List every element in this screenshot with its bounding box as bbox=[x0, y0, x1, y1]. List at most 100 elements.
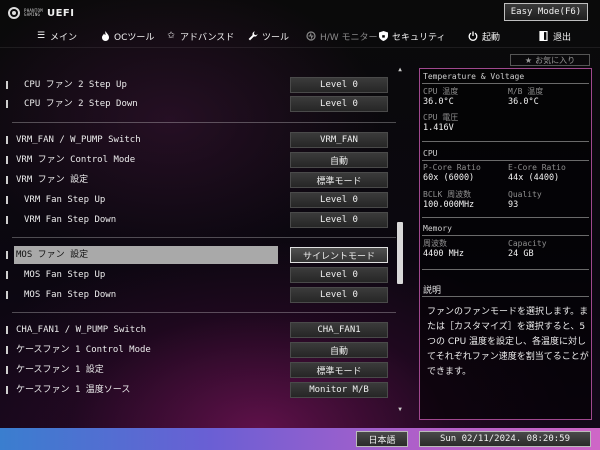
panel-divider bbox=[422, 217, 589, 218]
setting-value-button[interactable]: Level 0 bbox=[290, 267, 388, 283]
section-divider bbox=[12, 312, 396, 313]
setting-row[interactable]: MOS Fan Step Down Level 0 bbox=[6, 286, 396, 304]
memory-frequency: 周波数 4400 MHz bbox=[423, 239, 464, 259]
setting-row[interactable]: CHA_FAN1 / W_PUMP Switch CHA_FAN1 bbox=[6, 321, 396, 339]
setting-row[interactable]: MOS Fan Step Up Level 0 bbox=[6, 266, 396, 284]
tab-oc-tools[interactable]: OCツール bbox=[100, 27, 154, 45]
setting-row[interactable]: VRM ファン 設定 標準モード bbox=[6, 171, 396, 189]
logo-small-text: PHANTOM GAMING bbox=[24, 7, 43, 17]
scroll-up-icon[interactable]: ▲ bbox=[396, 66, 404, 74]
setting-label: ケースファン 1 設定 bbox=[16, 365, 104, 375]
tab-exit[interactable]: 退出 bbox=[539, 27, 571, 45]
setting-row[interactable]: ケースファン 1 Control Mode 自動 bbox=[6, 341, 396, 359]
setting-value-button[interactable]: Level 0 bbox=[290, 192, 388, 208]
setting-value-button[interactable]: 自動 bbox=[290, 152, 388, 168]
row-marker bbox=[6, 156, 8, 164]
panel-divider bbox=[422, 160, 589, 161]
section-divider bbox=[12, 122, 396, 123]
row-marker bbox=[6, 386, 8, 394]
logo-uefi-text: UEFI bbox=[46, 7, 75, 19]
section-divider bbox=[12, 237, 396, 238]
setting-value-button[interactable]: Level 0 bbox=[290, 96, 388, 112]
panel-divider bbox=[422, 269, 589, 270]
setting-value-button[interactable]: VRM_FAN bbox=[290, 132, 388, 148]
favorites-button[interactable]: ★ お気に入り bbox=[510, 54, 590, 66]
setting-value-button[interactable]: Level 0 bbox=[290, 77, 388, 93]
cpu-voltage: CPU 電圧 1.416V bbox=[423, 113, 459, 133]
setting-label: VRM ファン Control Mode bbox=[16, 155, 136, 165]
row-marker bbox=[6, 366, 8, 374]
setting-row[interactable]: ケースファン 1 設定 標準モード bbox=[6, 361, 396, 379]
panel-divider bbox=[422, 296, 589, 297]
setting-value-button[interactable]: 標準モード bbox=[290, 362, 388, 378]
row-marker bbox=[6, 251, 8, 259]
memory-title: Memory bbox=[423, 224, 452, 233]
setting-row[interactable]: VRM_FAN / W_PUMP Switch VRM_FAN bbox=[6, 131, 396, 149]
setting-label: VRM_FAN / W_PUMP Switch bbox=[16, 135, 141, 145]
setting-value-button[interactable]: サイレントモード bbox=[290, 247, 388, 263]
memory-capacity: Capacity 24 GB bbox=[508, 239, 547, 259]
bclk-freq: BCLK 周波数 100.000MHz bbox=[423, 190, 475, 210]
panel-divider bbox=[422, 83, 589, 84]
row-marker bbox=[6, 326, 8, 334]
tab-tools[interactable]: ツール bbox=[248, 27, 289, 45]
ecore-ratio: E-Core Ratio 44x (4400) bbox=[508, 163, 566, 183]
row-marker bbox=[6, 81, 8, 89]
cpu-title: CPU bbox=[423, 149, 438, 158]
tab-security[interactable]: セキュリティ bbox=[378, 27, 445, 45]
setting-row[interactable]: CPU ファン 2 Step Down Level 0 bbox=[6, 95, 396, 113]
shield-icon bbox=[378, 31, 388, 41]
setting-value-button[interactable]: 標準モード bbox=[290, 172, 388, 188]
tab-boot[interactable]: 起動 bbox=[468, 27, 500, 45]
setting-row[interactable]: VRM ファン Control Mode 自動 bbox=[6, 151, 396, 169]
setting-label: MOS Fan Step Down bbox=[24, 290, 117, 300]
row-marker bbox=[6, 346, 8, 354]
panel-divider bbox=[422, 141, 589, 142]
row-marker bbox=[6, 271, 8, 279]
menu-icon: ☰ bbox=[36, 31, 46, 41]
scroll-down-icon[interactable]: ▼ bbox=[396, 406, 404, 414]
setting-label: CHA_FAN1 / W_PUMP Switch bbox=[16, 325, 147, 335]
setting-label: MOS Fan Step Up bbox=[24, 270, 106, 280]
setting-row-selected[interactable]: MOS ファン 設定 サイレントモード bbox=[6, 246, 396, 264]
tab-divider bbox=[0, 47, 600, 48]
cpu-quality: Quality 93 bbox=[508, 190, 542, 210]
tab-advanced[interactable]: ✩ アドバンスド bbox=[166, 27, 234, 45]
star-icon: ★ bbox=[524, 55, 533, 65]
phantom-gaming-logo: PHANTOM GAMING UEFI bbox=[8, 6, 88, 20]
language-button[interactable]: 日本語 bbox=[356, 431, 408, 447]
setting-row[interactable]: CPU ファン 2 Step Up Level 0 bbox=[6, 76, 396, 94]
wrench-icon bbox=[248, 31, 258, 41]
setting-row[interactable]: VRM Fan Step Down Level 0 bbox=[6, 211, 396, 229]
row-marker bbox=[6, 291, 8, 299]
setting-value-button[interactable]: Level 0 bbox=[290, 287, 388, 303]
setting-label: ケースファン 1 温度ソース bbox=[16, 385, 131, 395]
row-marker bbox=[6, 196, 8, 204]
setting-row[interactable]: VRM Fan Step Up Level 0 bbox=[6, 191, 396, 209]
easy-mode-button[interactable]: Easy Mode(F6) bbox=[504, 3, 588, 21]
row-marker bbox=[6, 176, 8, 184]
row-marker bbox=[6, 216, 8, 224]
setting-label: VRM Fan Step Up bbox=[24, 195, 106, 205]
settings-scrollbar[interactable]: ▲ ▼ bbox=[396, 66, 404, 414]
tab-hw-monitor[interactable]: H/W モニター bbox=[306, 27, 378, 45]
setting-label: CPU ファン 2 Step Down bbox=[24, 99, 138, 109]
datetime-display: Sun 02/11/2024. 08:20:59 bbox=[419, 431, 591, 447]
setting-value-button[interactable]: CHA_FAN1 bbox=[290, 322, 388, 338]
setting-value-button[interactable]: Level 0 bbox=[290, 212, 388, 228]
hw-monitor-panel: Temperature & Voltage CPU 温度 36.0°C M/B … bbox=[419, 68, 592, 420]
setting-label: VRM ファン 設定 bbox=[16, 175, 89, 185]
setting-value-button[interactable]: 自動 bbox=[290, 342, 388, 358]
setting-row[interactable]: ケースファン 1 温度ソース Monitor M/B bbox=[6, 381, 396, 399]
scroll-thumb[interactable] bbox=[397, 222, 403, 284]
setting-value-button[interactable]: Monitor M/B bbox=[290, 382, 388, 398]
hw-monitor-icon bbox=[306, 31, 316, 41]
exit-icon bbox=[539, 31, 549, 41]
main-tabs: ☰ メイン OCツール ✩ アドバンスド ツール H/W モニター セキュリティ… bbox=[0, 27, 600, 45]
row-marker bbox=[6, 100, 8, 108]
setting-label: VRM Fan Step Down bbox=[24, 215, 117, 225]
tab-main[interactable]: ☰ メイン bbox=[36, 27, 77, 45]
description-title: 説明 bbox=[423, 286, 442, 296]
cpu-temp: CPU 温度 36.0°C bbox=[423, 87, 459, 107]
setting-label: MOS ファン 設定 bbox=[16, 250, 89, 260]
